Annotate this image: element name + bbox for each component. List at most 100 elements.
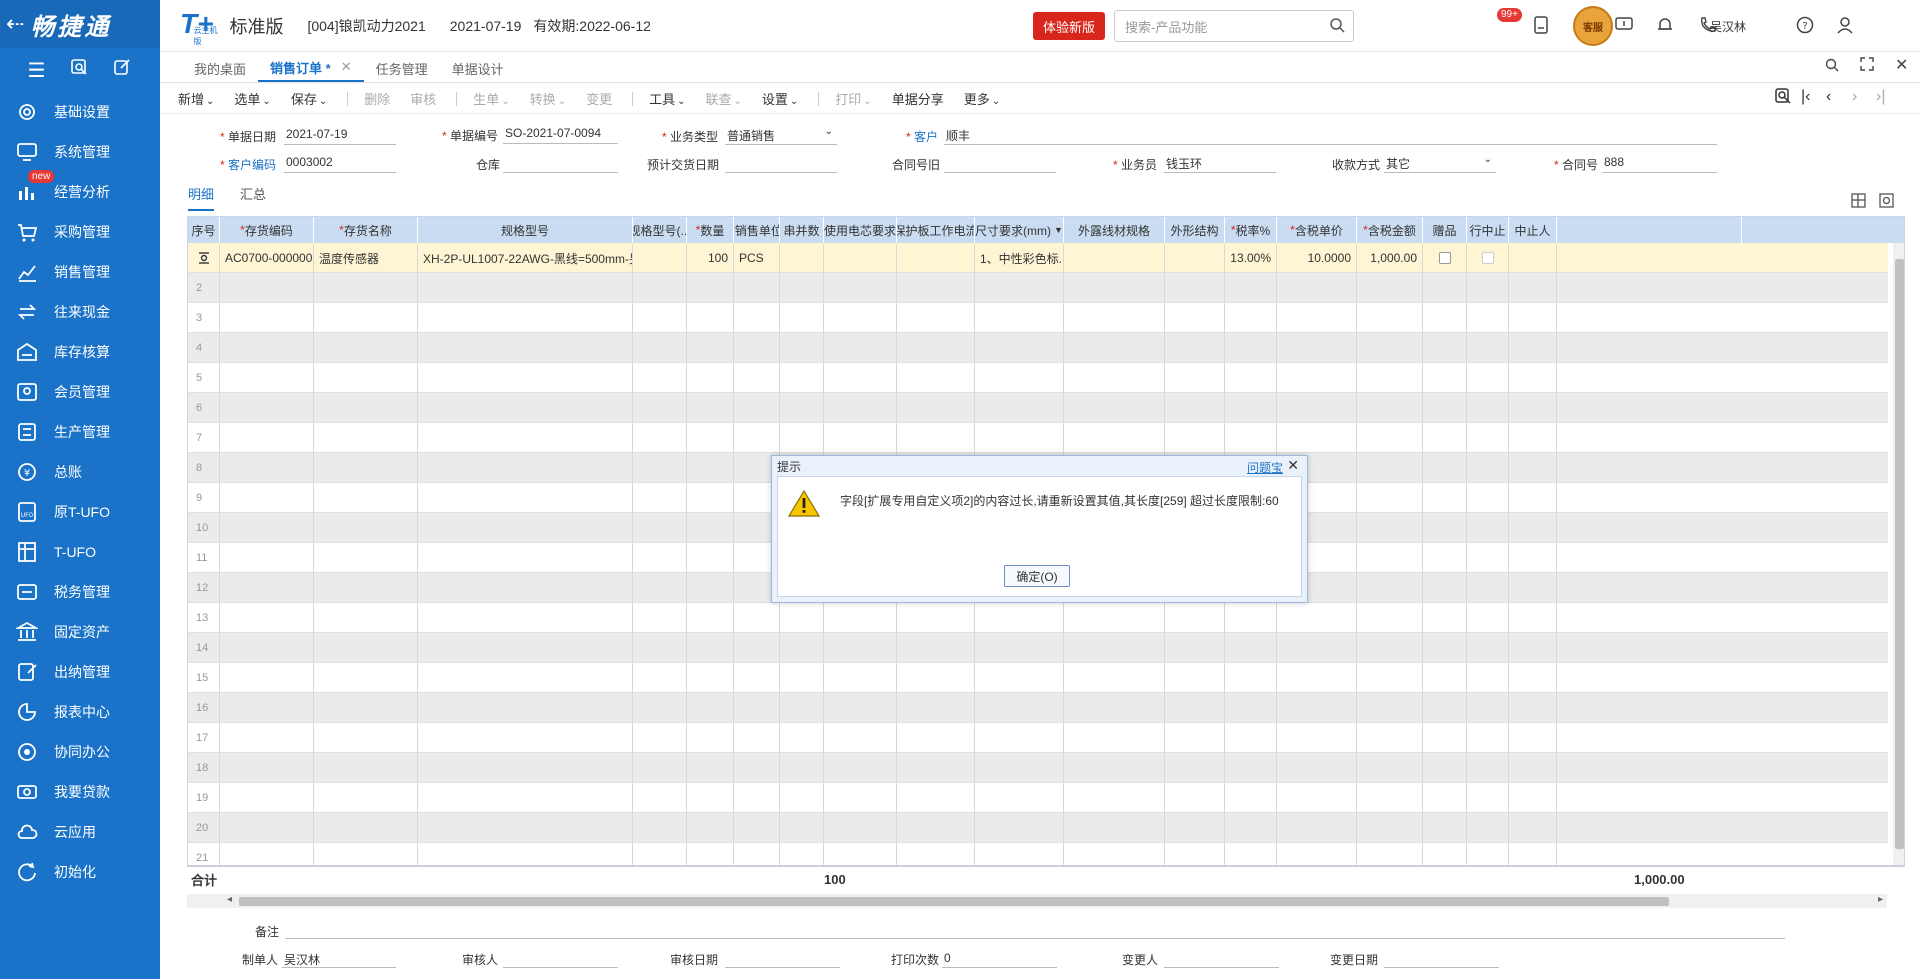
tab-0[interactable]: 我的桌面 — [182, 54, 258, 82]
empty-cell[interactable] — [897, 273, 975, 303]
empty-cell[interactable] — [824, 813, 897, 843]
column-header-11[interactable]: 外露线材规格 — [1064, 217, 1165, 243]
column-header-10[interactable]: 尺寸要求(mm) ▼ — [975, 217, 1064, 243]
cell-series[interactable] — [780, 243, 824, 273]
tab-3[interactable]: 单据设计 — [440, 54, 516, 82]
empty-cell[interactable] — [1064, 843, 1165, 865]
empty-cell[interactable] — [1277, 273, 1357, 303]
empty-cell[interactable] — [1277, 813, 1357, 843]
empty-cell[interactable] — [975, 423, 1064, 453]
empty-cell[interactable] — [220, 783, 314, 813]
empty-cell[interactable] — [314, 273, 418, 303]
toolbar-button-0[interactable]: 新增 ⌄ — [178, 89, 214, 108]
empty-cell[interactable] — [1165, 603, 1225, 633]
empty-cell[interactable] — [220, 483, 314, 513]
column-header-8[interactable]: 使用电芯要求 — [824, 217, 897, 243]
empty-cell[interactable] — [687, 753, 734, 783]
empty-cell[interactable] — [633, 363, 687, 393]
empty-cell[interactable] — [687, 813, 734, 843]
detail-tab-0[interactable]: 明细 — [188, 184, 215, 211]
table-row[interactable]: 13 — [188, 603, 1888, 633]
sidebar-item-6[interactable]: 库存核算 — [0, 332, 160, 372]
empty-cell[interactable] — [220, 693, 314, 723]
sidebar-item-4[interactable]: 销售管理 — [0, 252, 160, 292]
empty-cell[interactable] — [1225, 423, 1277, 453]
column-header-13[interactable]: * 税率% — [1225, 217, 1277, 243]
empty-cell[interactable] — [633, 543, 687, 573]
empty-cell[interactable] — [1509, 633, 1557, 663]
empty-cell[interactable] — [314, 573, 418, 603]
empty-cell[interactable] — [1277, 723, 1357, 753]
empty-cell[interactable] — [1225, 333, 1277, 363]
empty-cell[interactable] — [1509, 483, 1557, 513]
empty-cell[interactable] — [314, 633, 418, 663]
empty-cell[interactable] — [1467, 483, 1509, 513]
sidebar-item-17[interactable]: 我要贷款 — [0, 772, 160, 812]
empty-cell[interactable] — [1165, 753, 1225, 783]
empty-cell[interactable] — [1357, 753, 1423, 783]
empty-cell[interactable] — [897, 663, 975, 693]
empty-cell[interactable] — [1165, 393, 1225, 423]
empty-cell[interactable] — [1423, 843, 1467, 865]
empty-cell[interactable] — [418, 513, 633, 543]
empty-cell[interactable] — [1357, 693, 1423, 723]
empty-cell[interactable] — [687, 453, 734, 483]
empty-cell[interactable] — [1225, 363, 1277, 393]
toolbar-button-11[interactable]: 打印 ⌄ — [835, 89, 871, 108]
empty-cell[interactable] — [824, 603, 897, 633]
empty-cell[interactable] — [1467, 363, 1509, 393]
empty-cell[interactable] — [1357, 603, 1423, 633]
sidebar-item-12[interactable]: 税务管理 — [0, 572, 160, 612]
table-row[interactable]: 20 — [188, 813, 1888, 843]
column-header-14[interactable]: * 含税单价 — [1277, 217, 1357, 243]
empty-cell[interactable] — [1423, 363, 1467, 393]
warehouse-field[interactable] — [503, 153, 618, 173]
sidebar-item-9[interactable]: ¥ 总账 — [0, 452, 160, 492]
empty-cell[interactable] — [975, 633, 1064, 663]
empty-cell[interactable] — [1277, 423, 1357, 453]
column-header-9[interactable]: 保护板工作电流 — [897, 217, 975, 243]
empty-cell[interactable] — [1423, 303, 1467, 333]
ok-button[interactable]: 确定(O) — [1004, 565, 1070, 587]
empty-cell[interactable] — [1467, 303, 1509, 333]
empty-cell[interactable] — [1225, 393, 1277, 423]
empty-cell[interactable] — [734, 363, 780, 393]
empty-cell[interactable] — [824, 633, 897, 663]
table-row[interactable]: 17 — [188, 723, 1888, 753]
empty-cell[interactable] — [633, 843, 687, 865]
close-tab-icon[interactable]: ✕ — [341, 59, 352, 75]
cell-amount[interactable]: 1,000.00 — [1357, 243, 1423, 273]
empty-cell[interactable] — [1357, 393, 1423, 423]
empty-cell[interactable] — [1509, 843, 1557, 865]
empty-cell[interactable] — [1509, 393, 1557, 423]
empty-cell[interactable] — [418, 723, 633, 753]
notification-icon[interactable] — [1654, 14, 1676, 36]
empty-cell[interactable] — [314, 363, 418, 393]
empty-cell[interactable] — [1423, 543, 1467, 573]
payment-select[interactable]: 其它 ⌄ — [1384, 153, 1496, 173]
empty-cell[interactable] — [1165, 363, 1225, 393]
empty-cell[interactable] — [1357, 543, 1423, 573]
empty-cell[interactable] — [687, 633, 734, 663]
empty-cell[interactable] — [1225, 783, 1277, 813]
empty-cell[interactable] — [1357, 333, 1423, 363]
column-header-16[interactable]: 赠品 — [1423, 217, 1467, 243]
table-row[interactable]: 2 — [188, 273, 1888, 303]
scroll-left-icon[interactable]: ◂ — [227, 894, 232, 905]
column-header-0[interactable]: 序号 — [188, 217, 220, 243]
empty-cell[interactable] — [1277, 333, 1357, 363]
empty-cell[interactable] — [1064, 723, 1165, 753]
grid-config-icon[interactable] — [1879, 193, 1894, 211]
empty-cell[interactable] — [687, 273, 734, 303]
empty-cell[interactable] — [1467, 663, 1509, 693]
empty-cell[interactable] — [1277, 753, 1357, 783]
empty-cell[interactable] — [1467, 843, 1509, 865]
empty-cell[interactable] — [975, 723, 1064, 753]
empty-cell[interactable] — [1277, 303, 1357, 333]
empty-cell[interactable] — [1165, 723, 1225, 753]
empty-cell[interactable] — [314, 333, 418, 363]
empty-cell[interactable] — [780, 843, 824, 865]
empty-cell[interactable] — [1064, 663, 1165, 693]
empty-cell[interactable] — [418, 543, 633, 573]
empty-cell[interactable] — [1357, 273, 1423, 303]
